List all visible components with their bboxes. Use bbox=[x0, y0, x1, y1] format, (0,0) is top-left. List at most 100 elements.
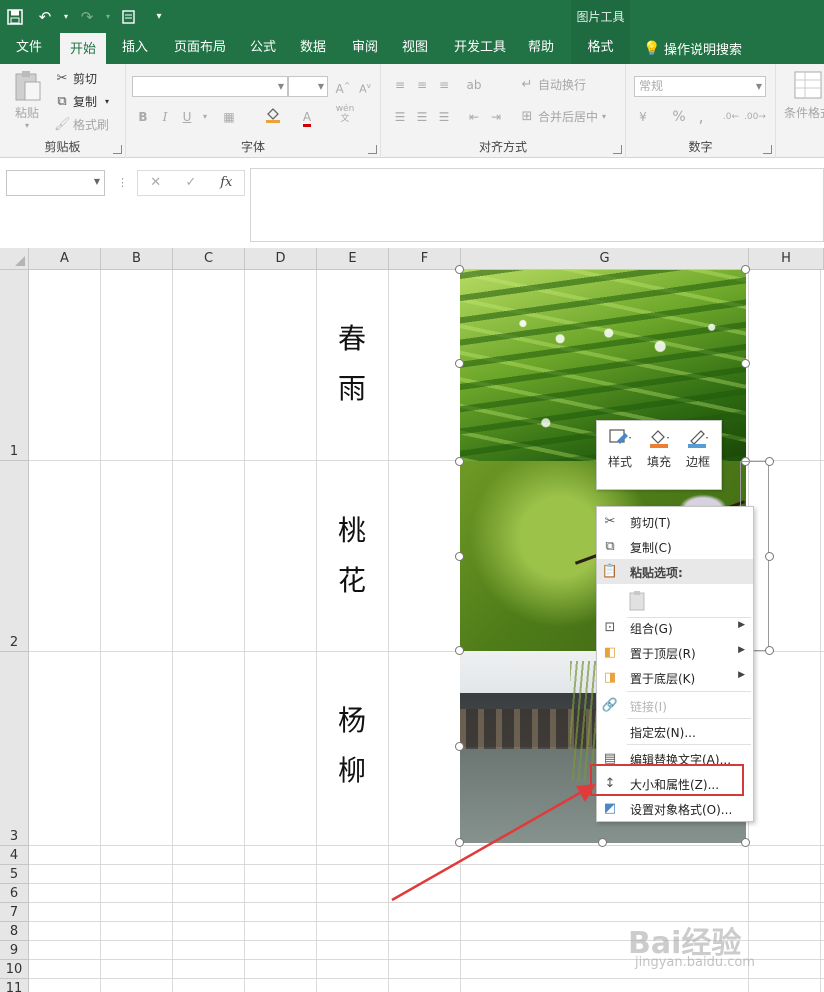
tab-developer[interactable]: 开发工具 bbox=[444, 33, 516, 64]
tab-insert[interactable]: 插入 bbox=[112, 33, 158, 64]
copy-button[interactable]: ⧉ 复制 ▾ bbox=[54, 93, 109, 110]
resize-handle[interactable] bbox=[455, 265, 464, 274]
cancel-formula-button[interactable]: ✕ bbox=[138, 171, 173, 195]
tab-help[interactable]: 帮助 bbox=[518, 33, 564, 64]
formula-bar-grip[interactable]: ⋮ bbox=[117, 176, 128, 189]
tab-view[interactable]: 视图 bbox=[392, 33, 438, 64]
resize-handle[interactable] bbox=[765, 552, 774, 561]
decrease-indent-icon[interactable]: ⇤ bbox=[463, 106, 485, 128]
align-left-icon[interactable]: ☰ bbox=[389, 106, 411, 128]
redo-icon[interactable]: ↷ bbox=[72, 0, 102, 33]
orientation-icon[interactable]: ab bbox=[463, 74, 485, 96]
increase-indent-icon[interactable]: ⇥ bbox=[485, 106, 507, 128]
enter-formula-button[interactable]: ✓ bbox=[173, 171, 208, 195]
resize-handle[interactable] bbox=[455, 646, 464, 655]
cell-e1-poem[interactable]: 春 雨 bbox=[320, 314, 384, 414]
undo-dropdown-icon[interactable]: ▾ bbox=[60, 0, 72, 33]
column-header-d[interactable]: D bbox=[245, 248, 317, 270]
row-header-5[interactable]: 5 bbox=[0, 865, 29, 884]
fill-color-button[interactable] bbox=[262, 106, 284, 128]
number-launcher-icon[interactable] bbox=[763, 145, 772, 154]
bold-button[interactable]: B bbox=[132, 106, 154, 128]
cell-e3-poem[interactable]: 杨 柳 bbox=[320, 696, 384, 796]
insert-function-button[interactable]: fx bbox=[209, 171, 244, 195]
row-header-6[interactable]: 6 bbox=[0, 884, 29, 903]
tab-home[interactable]: 开始 bbox=[60, 33, 107, 64]
decrease-decimal-icon[interactable]: .00→ bbox=[744, 106, 766, 128]
increase-decimal-icon[interactable]: .0← bbox=[720, 106, 742, 128]
column-header-h[interactable]: H bbox=[749, 248, 824, 270]
percent-button[interactable]: % bbox=[668, 106, 690, 128]
underline-dropdown-icon[interactable]: ▾ bbox=[194, 106, 216, 128]
row-header-7[interactable]: 7 bbox=[0, 903, 29, 922]
paste-button[interactable]: 粘贴 ▾ bbox=[12, 70, 42, 130]
font-name-select[interactable]: ▼ bbox=[132, 76, 288, 97]
menu-item-send-back[interactable]: ◨ 置于底层(K) ▶ bbox=[597, 665, 753, 690]
row-header-3[interactable]: 3 bbox=[0, 652, 29, 846]
column-header-c[interactable]: C bbox=[173, 248, 245, 270]
tab-data[interactable]: 数据 bbox=[290, 33, 336, 64]
cut-button[interactable]: ✂ 剪切 bbox=[54, 70, 97, 87]
column-header-e[interactable]: E bbox=[317, 248, 389, 270]
tab-format[interactable]: 格式 bbox=[571, 33, 630, 64]
font-color-button[interactable]: A bbox=[296, 106, 318, 128]
row-header-9[interactable]: 9 bbox=[0, 941, 29, 960]
format-painter-button[interactable]: 🖌 格式刷 bbox=[54, 116, 109, 133]
menu-item-cut[interactable]: ✂ 剪切(T) bbox=[597, 509, 753, 534]
font-size-select[interactable]: ▼ bbox=[288, 76, 328, 97]
align-middle-icon[interactable]: ≡ bbox=[411, 74, 433, 96]
number-format-select[interactable]: 常规 ▼ bbox=[634, 76, 766, 97]
column-header-a[interactable]: A bbox=[29, 248, 101, 270]
row-header-4[interactable]: 4 bbox=[0, 846, 29, 865]
resize-handle[interactable] bbox=[765, 646, 774, 655]
currency-icon[interactable]: ¥ bbox=[632, 106, 654, 128]
resize-handle[interactable] bbox=[455, 457, 464, 466]
row-header-1[interactable]: 1 bbox=[0, 270, 29, 461]
resize-handle[interactable] bbox=[741, 265, 750, 274]
fill-button[interactable]: 填充 bbox=[640, 427, 678, 470]
align-top-icon[interactable]: ≡ bbox=[389, 74, 411, 96]
resize-handle[interactable] bbox=[455, 552, 464, 561]
menu-item-assign-macro[interactable]: 指定宏(N)... bbox=[597, 719, 753, 744]
formula-input[interactable] bbox=[250, 168, 824, 242]
row-header-10[interactable]: 10 bbox=[0, 960, 29, 979]
grow-font-button[interactable]: A^ bbox=[332, 75, 354, 97]
tab-page-layout[interactable]: 页面布局 bbox=[164, 33, 236, 64]
font-launcher-icon[interactable] bbox=[368, 145, 377, 154]
clipboard-launcher-icon[interactable] bbox=[113, 145, 122, 154]
resize-handle[interactable] bbox=[455, 742, 464, 751]
save-icon[interactable] bbox=[0, 0, 30, 33]
menu-item-group[interactable]: ⊡ 组合(G) ▶ bbox=[597, 615, 753, 640]
comma-button[interactable]: , bbox=[690, 106, 712, 128]
tab-formulas[interactable]: 公式 bbox=[240, 33, 286, 64]
column-header-g[interactable]: G bbox=[461, 248, 749, 270]
border-button[interactable]: 边框 bbox=[679, 427, 717, 470]
shrink-font-button[interactable]: Av bbox=[354, 75, 376, 97]
menu-paste-option[interactable] bbox=[597, 586, 753, 614]
name-box[interactable]: ▼ bbox=[6, 170, 105, 196]
style-button[interactable]: 样式 bbox=[601, 427, 639, 470]
align-bottom-icon[interactable]: ≡ bbox=[433, 74, 455, 96]
resize-handle[interactable] bbox=[741, 359, 750, 368]
resize-handle[interactable] bbox=[765, 457, 774, 466]
menu-item-format-object[interactable]: ◩ 设置对象格式(O)... bbox=[597, 796, 753, 821]
tab-file[interactable]: 文件 bbox=[6, 33, 52, 64]
row-header-2[interactable]: 2 bbox=[0, 461, 29, 652]
alignment-launcher-icon[interactable] bbox=[613, 145, 622, 154]
print-preview-icon[interactable] bbox=[114, 0, 144, 33]
tell-me-search[interactable]: 💡 操作说明搜索 bbox=[640, 33, 742, 64]
column-header-f[interactable]: F bbox=[389, 248, 461, 270]
conditional-format-button[interactable]: 条件格式 bbox=[784, 70, 824, 121]
italic-button[interactable]: I bbox=[154, 106, 176, 128]
wrap-text-button[interactable]: ↵ 自动换行 bbox=[519, 76, 586, 93]
merge-center-button[interactable]: ⊞ 合并后居中 ▾ bbox=[519, 108, 606, 125]
column-header-b[interactable]: B bbox=[101, 248, 173, 270]
undo-icon[interactable]: ↶ bbox=[30, 0, 60, 33]
redo-dropdown-icon[interactable]: ▾ bbox=[102, 0, 114, 33]
tab-review[interactable]: 审阅 bbox=[342, 33, 388, 64]
row-header-8[interactable]: 8 bbox=[0, 922, 29, 941]
menu-item-bring-front[interactable]: ◧ 置于顶层(R) ▶ bbox=[597, 640, 753, 665]
borders-icon[interactable]: ▦ bbox=[218, 106, 240, 128]
cell-e2-poem[interactable]: 桃 花 bbox=[320, 506, 384, 606]
phonetic-button[interactable]: wén 文 bbox=[334, 104, 356, 126]
